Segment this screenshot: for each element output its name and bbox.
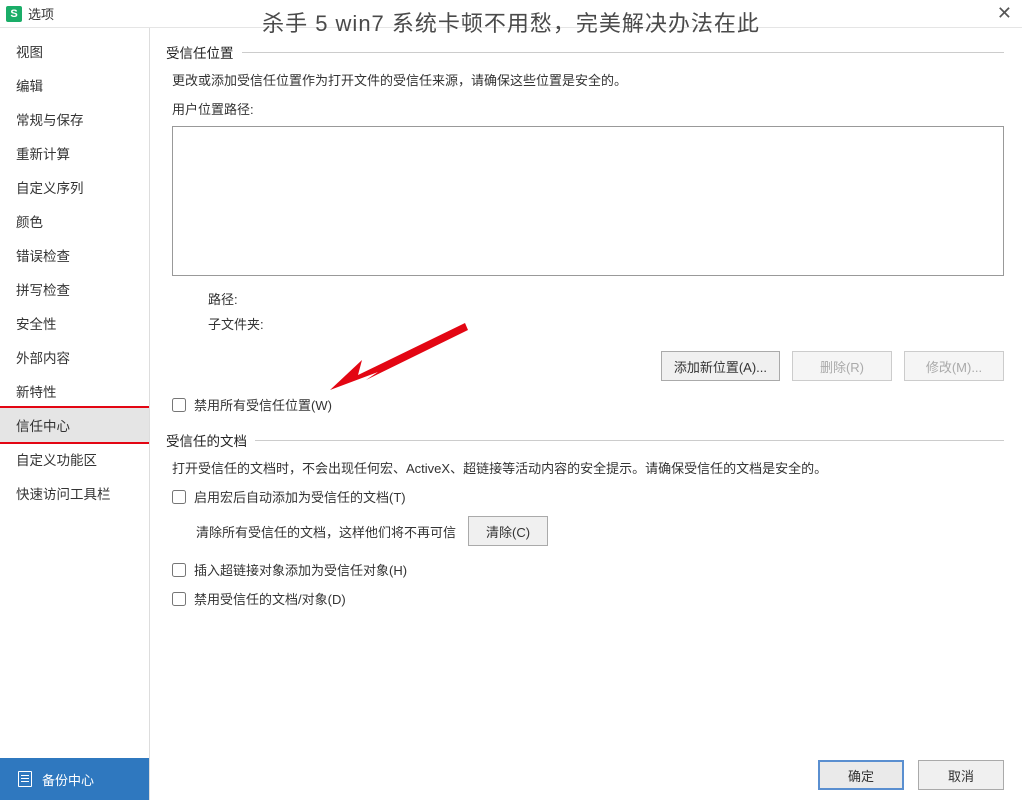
sidebar-item-3[interactable]: 重新计算 — [0, 136, 149, 170]
backup-center-button[interactable]: 备份中心 — [0, 758, 149, 800]
user-path-label: 用户位置路径: — [172, 99, 1004, 118]
window-title: 选项 — [28, 4, 54, 23]
disable-docs-label: 禁用受信任的文档/对象(D) — [194, 589, 346, 608]
sidebar-item-0[interactable]: 视图 — [0, 34, 149, 68]
dialog-footer: 确定 取消 — [166, 748, 1004, 790]
cancel-button[interactable]: 取消 — [918, 760, 1004, 790]
trusted-locations-desc: 更改或添加受信任位置作为打开文件的受信任来源，请确保这些位置是安全的。 — [172, 70, 1004, 89]
ok-button[interactable]: 确定 — [818, 760, 904, 790]
hyperlink-label: 插入超链接对象添加为受信任对象(H) — [194, 560, 407, 579]
sidebar-item-5[interactable]: 颜色 — [0, 204, 149, 238]
section-title: 受信任的文档 — [166, 430, 247, 450]
trusted-docs-desc: 打开受信任的文档时，不会出现任何宏、ActiveX、超链接等活动内容的安全提示。… — [172, 458, 1004, 477]
user-path-textarea[interactable] — [172, 126, 1004, 276]
path-info: 路径: 子文件夹: — [208, 289, 1004, 333]
disable-docs-row[interactable]: 禁用受信任的文档/对象(D) — [172, 589, 1004, 608]
disable-all-locations-row[interactable]: 禁用所有受信任位置(W) — [172, 395, 1004, 414]
path-label: 路径: — [208, 289, 1004, 308]
backup-center-label: 备份中心 — [42, 770, 94, 789]
app-icon: S — [6, 6, 22, 22]
sidebar-item-9[interactable]: 外部内容 — [0, 340, 149, 374]
sidebar-item-12[interactable]: 自定义功能区 — [0, 442, 149, 476]
delete-button: 删除(R) — [792, 351, 892, 381]
sidebar: 视图编辑常规与保存重新计算自定义序列颜色错误检查拼写检查安全性外部内容新特性信任… — [0, 28, 150, 800]
subfolder-label: 子文件夹: — [208, 314, 1004, 333]
modify-button: 修改(M)... — [904, 351, 1004, 381]
enable-macro-label: 启用宏后自动添加为受信任的文档(T) — [194, 487, 406, 506]
enable-macro-row[interactable]: 启用宏后自动添加为受信任的文档(T) — [172, 487, 1004, 506]
document-icon — [18, 771, 32, 787]
divider — [255, 440, 1004, 441]
disable-all-locations-checkbox[interactable] — [172, 398, 186, 412]
sidebar-items: 视图编辑常规与保存重新计算自定义序列颜色错误检查拼写检查安全性外部内容新特性信任… — [0, 28, 149, 758]
disable-all-locations-label: 禁用所有受信任位置(W) — [194, 395, 332, 414]
main-panel: 受信任位置 更改或添加受信任位置作为打开文件的受信任来源，请确保这些位置是安全的… — [150, 28, 1022, 800]
titlebar: S 选项 ✕ — [0, 0, 1022, 28]
section-trusted-locations: 受信任位置 更改或添加受信任位置作为打开文件的受信任来源，请确保这些位置是安全的… — [166, 42, 1004, 424]
hyperlink-row[interactable]: 插入超链接对象添加为受信任对象(H) — [172, 560, 1004, 579]
clear-desc: 清除所有受信任的文档，这样他们将不再可信 — [196, 522, 456, 541]
clear-button[interactable]: 清除(C) — [468, 516, 548, 546]
hyperlink-checkbox[interactable] — [172, 563, 186, 577]
sidebar-item-2[interactable]: 常规与保存 — [0, 102, 149, 136]
sidebar-item-11[interactable]: 信任中心 — [0, 406, 149, 444]
disable-docs-checkbox[interactable] — [172, 592, 186, 606]
sidebar-item-13[interactable]: 快速访问工具栏 — [0, 476, 149, 510]
close-icon[interactable]: ✕ — [993, 3, 1016, 24]
sidebar-item-7[interactable]: 拼写检查 — [0, 272, 149, 306]
container: 视图编辑常规与保存重新计算自定义序列颜色错误检查拼写检查安全性外部内容新特性信任… — [0, 28, 1022, 800]
sidebar-item-1[interactable]: 编辑 — [0, 68, 149, 102]
section-trusted-docs: 受信任的文档 打开受信任的文档时，不会出现任何宏、ActiveX、超链接等活动内… — [166, 430, 1004, 618]
enable-macro-checkbox[interactable] — [172, 490, 186, 504]
sidebar-item-8[interactable]: 安全性 — [0, 306, 149, 340]
sidebar-item-6[interactable]: 错误检查 — [0, 238, 149, 272]
section-title: 受信任位置 — [166, 42, 234, 62]
sidebar-item-10[interactable]: 新特性 — [0, 374, 149, 408]
add-location-button[interactable]: 添加新位置(A)... — [661, 351, 780, 381]
sidebar-item-4[interactable]: 自定义序列 — [0, 170, 149, 204]
divider — [242, 52, 1005, 53]
